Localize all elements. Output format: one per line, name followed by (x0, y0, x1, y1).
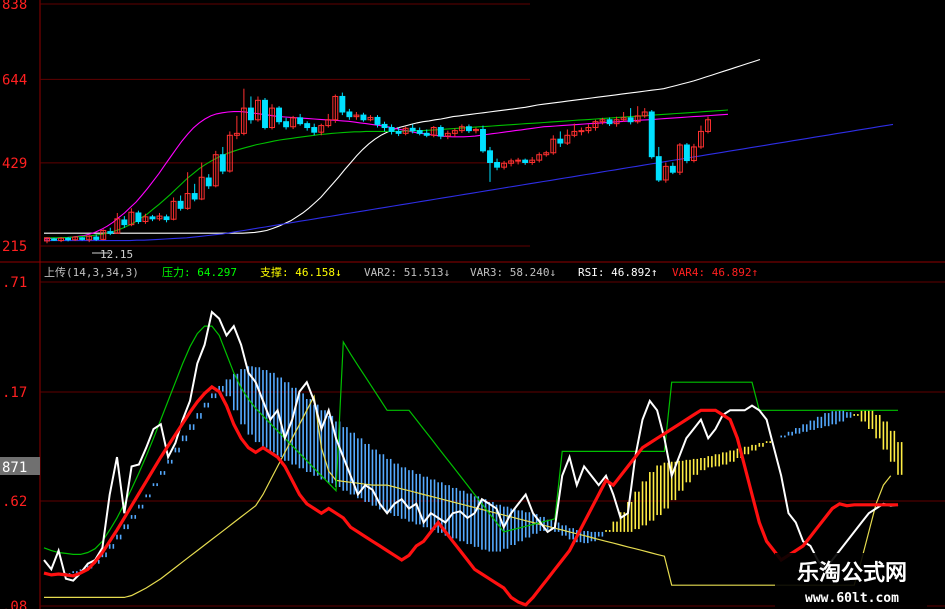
candle-body (65, 237, 72, 241)
candle-body (360, 114, 367, 121)
watermark-title: 乐淘公式网 (797, 560, 907, 586)
legend-entry: VAR2: 51.513↓ (364, 266, 450, 279)
candle-body (283, 121, 290, 128)
candle-body (395, 130, 402, 134)
candle-body (655, 156, 662, 181)
legend-entry: RSI: 46.892↑ (578, 266, 657, 279)
low-price-annotation: 12.15 (100, 248, 133, 261)
candle-body (494, 161, 501, 168)
candle-body (247, 107, 254, 121)
legend-entry: 上传(14,3,34,3) (44, 266, 139, 279)
candle-body (304, 123, 311, 129)
candle-body (135, 212, 142, 223)
candle-body (339, 95, 346, 113)
legend-entry: 支撑: 46.158↓ (260, 265, 342, 279)
candle-body (93, 236, 100, 240)
candle-body (648, 111, 655, 158)
candle-body (51, 238, 57, 241)
candle-body (606, 119, 613, 125)
legend-entry: 压力: 64.297 (162, 266, 237, 279)
price-tick-label: 644 (2, 72, 27, 88)
candle-body (423, 132, 430, 136)
candle-body (416, 130, 423, 134)
candle-body (487, 150, 493, 163)
candle-body (557, 138, 564, 144)
candle-body (627, 117, 634, 123)
indicator-tick-label: 871 (2, 460, 27, 476)
candle-body (177, 200, 184, 209)
candle-body (79, 237, 86, 240)
candle-body (388, 127, 395, 132)
candle-body (515, 159, 522, 162)
candle-body (219, 154, 226, 172)
chart-background (0, 0, 945, 609)
candle-body (522, 159, 529, 163)
candle-body (346, 111, 353, 118)
indicator-tick-label: .08 (2, 599, 27, 609)
indicator-tick-label: .62 (2, 494, 27, 510)
candle-body (480, 128, 486, 152)
candle-body (262, 99, 268, 129)
price-tick-label: 429 (2, 156, 27, 172)
watermark: 乐淘公式网 www.60lt.com (775, 553, 927, 609)
candle-body (465, 126, 472, 132)
candle-body (409, 127, 416, 132)
candle-body (578, 130, 585, 133)
legend-entry: VAR3: 58.240↓ (470, 266, 556, 279)
candle-body (191, 193, 198, 200)
indicator-tick-label: .17 (2, 385, 27, 401)
candle-body (149, 216, 156, 220)
candle-body (311, 127, 318, 133)
indicator-tick-label: .71 (2, 275, 27, 291)
candle-body (163, 216, 170, 221)
watermark-url: www.60lt.com (805, 591, 899, 606)
candle-body (297, 117, 304, 125)
candle-body (683, 144, 690, 162)
legend-entry: VAR4: 46.892↑ (672, 266, 758, 279)
candle-body (437, 127, 444, 137)
candle-body (669, 165, 676, 173)
candle-body (381, 123, 388, 129)
price-tick-label: 215 (2, 239, 27, 255)
candle-body (121, 219, 128, 226)
candle-body (374, 116, 381, 125)
stock-chart: 838 644 429 215 12.15 上传(14,3,34,3) 压力: 64.2… (0, 0, 945, 609)
candle-body (205, 177, 212, 187)
candle-body (276, 107, 283, 123)
price-tick-label: 838 (2, 0, 27, 13)
candle-body (107, 231, 114, 234)
